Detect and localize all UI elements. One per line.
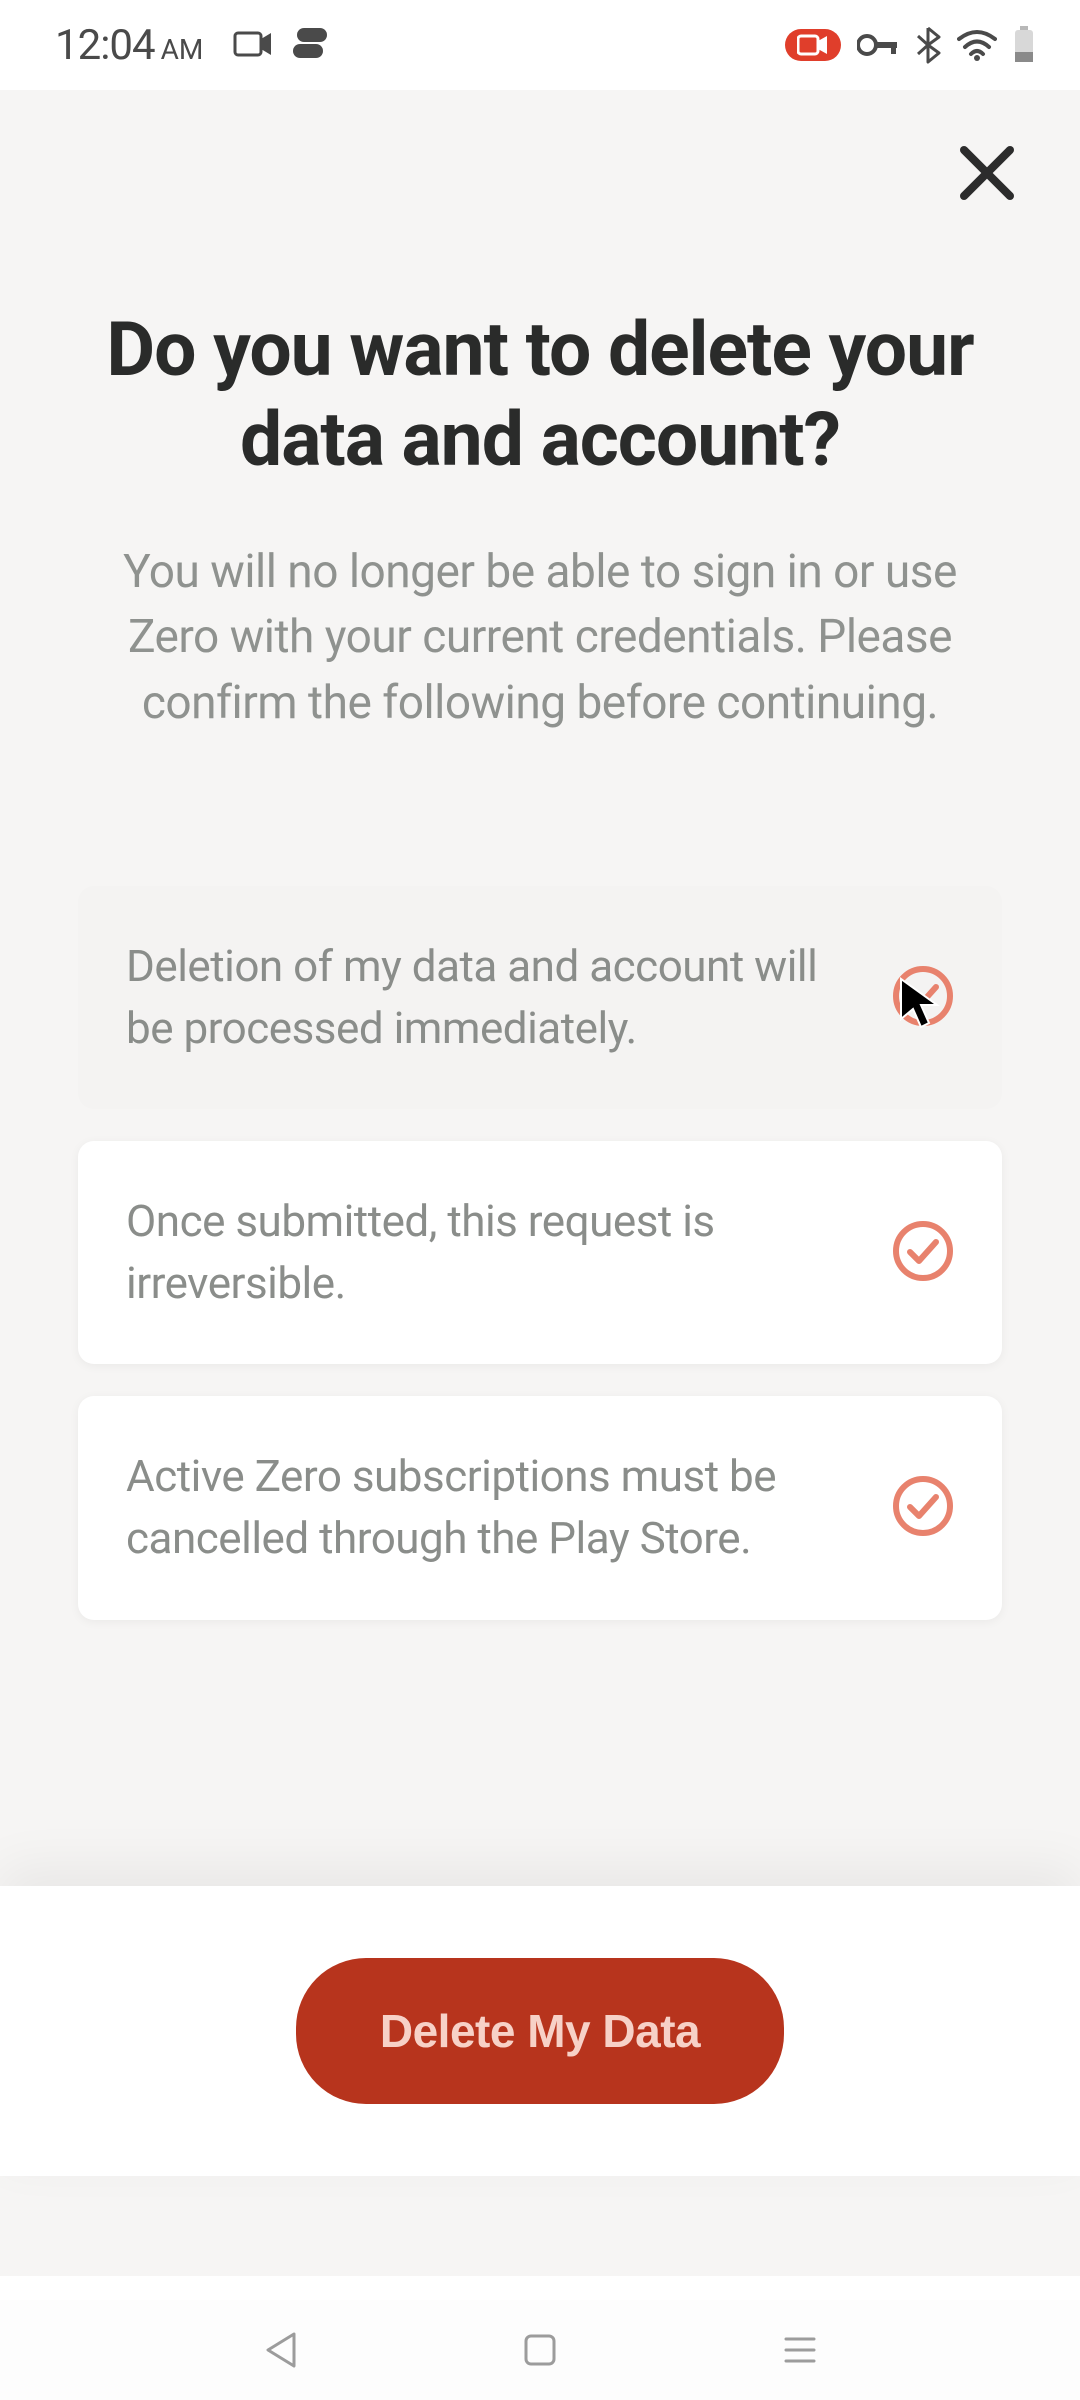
recents-lines-icon [783,2335,817,2365]
stacked-shapes-icon [291,26,331,62]
acknowledgement-card[interactable]: Once submitted, this request is irrevers… [78,1141,1002,1364]
wifi-icon [957,29,997,61]
status-bar: 12:04AM [0,0,1080,90]
acknowledgement-list: Deletion of my data and account will be … [78,886,1002,1620]
content: Do you want to delete your data and acco… [0,90,1080,736]
acknowledgement-card[interactable]: Deletion of my data and account will be … [78,886,1002,1109]
acknowledgement-text: Deletion of my data and account will be … [126,936,862,1059]
close-button[interactable] [956,142,1018,208]
status-left-icons [233,26,331,62]
back-triangle-icon [262,2330,298,2370]
delete-my-data-button[interactable]: Delete My Data [296,1958,784,2104]
battery-icon [1013,26,1035,64]
system-navigation-bar [0,2300,1080,2400]
acknowledgement-text: Once submitted, this request is irrevers… [126,1191,862,1314]
header-actions [956,90,1080,208]
check-circle-icon [892,1475,954,1541]
bottom-action-area: Delete My Data [0,1886,1080,2176]
camcorder-icon [233,29,273,59]
acknowledgement-card[interactable]: Active Zero subscriptions must be cancel… [78,1396,1002,1619]
vpn-key-icon [857,33,899,57]
nav-back-button[interactable] [256,2326,304,2374]
nav-recents-button[interactable] [776,2326,824,2374]
acknowledgement-text: Active Zero subscriptions must be cancel… [126,1446,862,1569]
home-square-icon [522,2332,558,2368]
page-subtitle: You will no longer be able to sign in or… [65,540,1015,736]
page-title: Do you want to delete your data and acco… [65,305,1015,485]
nav-home-button[interactable] [516,2326,564,2374]
recording-indicator-icon [785,29,841,61]
status-bar-right [785,26,1035,64]
status-time-value: 12:04 [55,21,155,70]
close-icon [956,142,1018,204]
status-bar-left: 12:04AM [55,21,331,70]
bluetooth-icon [915,26,941,64]
check-circle-icon [892,965,954,1031]
check-circle-icon [892,1220,954,1286]
status-ampm: AM [161,33,204,66]
app-screen: Do you want to delete your data and acco… [0,90,1080,2276]
status-time: 12:04AM [55,21,203,70]
